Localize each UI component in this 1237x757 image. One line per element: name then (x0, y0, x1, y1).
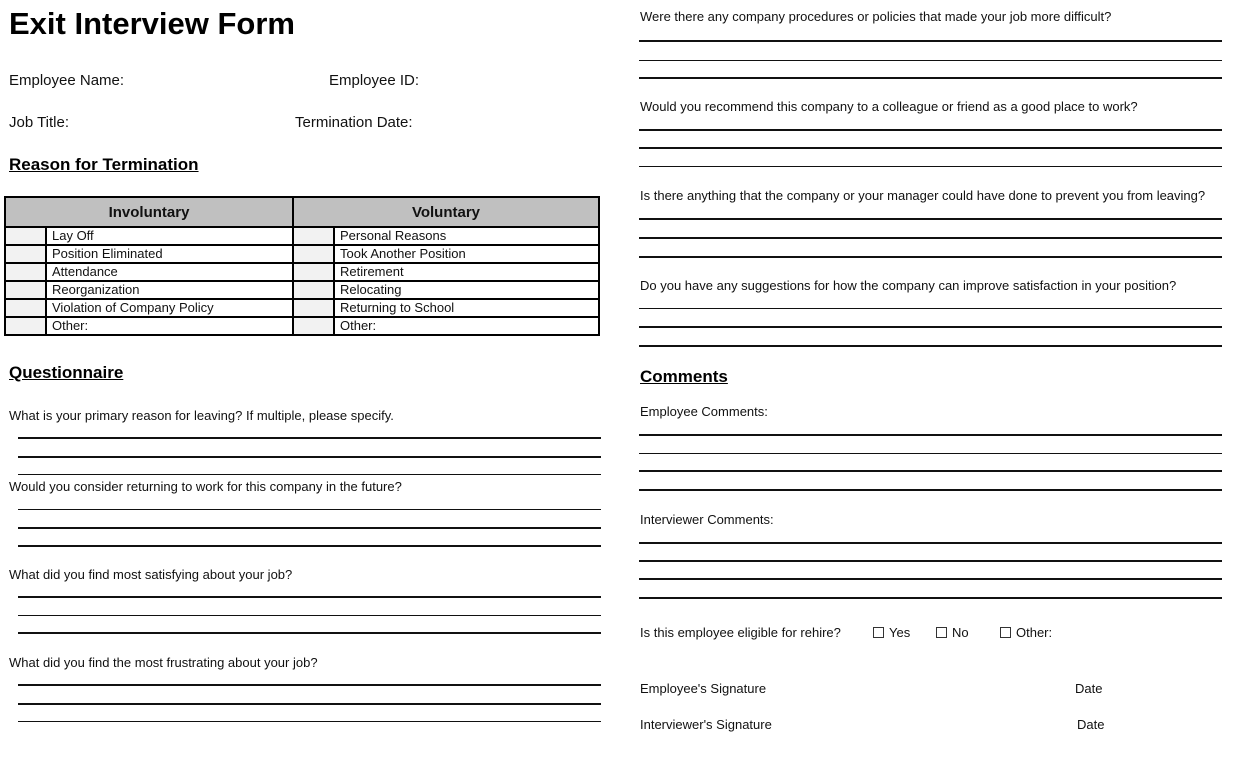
involuntary-checkbox-cell[interactable] (4, 226, 47, 246)
involuntary-header: Involuntary (4, 196, 294, 228)
voluntary-checkbox-cell[interactable] (292, 280, 335, 300)
employee-date-label: Date (1075, 681, 1103, 696)
voluntary-checkbox-cell[interactable] (292, 244, 335, 264)
question-5: Were there any company procedures or pol… (640, 9, 1112, 24)
involuntary-checkbox-cell[interactable] (4, 316, 47, 336)
answer-line[interactable] (639, 40, 1222, 42)
answer-line[interactable] (639, 147, 1222, 149)
termination-reasons-table: Involuntary Voluntary Lay Off Personal R… (4, 196, 600, 336)
comment-line[interactable] (639, 489, 1222, 491)
table-row: Other: Other: (4, 316, 600, 336)
voluntary-reason: Personal Reasons (333, 226, 600, 246)
rehire-option-other[interactable]: Other: (1000, 625, 1052, 640)
voluntary-checkbox-cell[interactable] (292, 316, 335, 336)
voluntary-reason: Relocating (333, 280, 600, 300)
involuntary-reason: Lay Off (45, 226, 294, 246)
involuntary-checkbox-cell[interactable] (4, 280, 47, 300)
table-row: Reorganization Relocating (4, 280, 600, 300)
interviewer-date-label: Date (1077, 717, 1105, 732)
employee-signature-label: Employee's Signature (640, 681, 767, 696)
answer-line[interactable] (18, 509, 601, 510)
involuntary-reason: Position Eliminated (45, 244, 294, 264)
interviewer-comments-label: Interviewer Comments: (640, 512, 774, 527)
employee-name-label: Employee Name: (9, 72, 125, 89)
comment-line[interactable] (639, 434, 1222, 436)
comment-line[interactable] (639, 470, 1222, 472)
rehire-option-no[interactable]: No (936, 625, 969, 640)
question-2: Would you consider returning to work for… (9, 479, 402, 494)
answer-line[interactable] (18, 615, 601, 616)
comments-heading: Comments (640, 367, 728, 386)
answer-line[interactable] (18, 632, 601, 634)
questionnaire-heading: Questionnaire (9, 363, 124, 382)
option-label: No (952, 625, 969, 640)
voluntary-checkbox-cell[interactable] (292, 226, 335, 246)
question-3: What did you find most satisfying about … (9, 567, 293, 582)
answer-line[interactable] (639, 326, 1222, 328)
answer-line[interactable] (639, 77, 1222, 79)
answer-line[interactable] (639, 129, 1222, 131)
answer-line[interactable] (18, 721, 601, 722)
involuntary-checkbox-cell[interactable] (4, 244, 47, 264)
voluntary-reason: Retirement (333, 262, 600, 282)
table-row: Lay Off Personal Reasons (4, 226, 600, 246)
table-row: Attendance Retirement (4, 262, 600, 282)
involuntary-checkbox-cell[interactable] (4, 298, 47, 318)
answer-line[interactable] (18, 545, 601, 547)
answer-line[interactable] (639, 166, 1222, 167)
answer-line[interactable] (18, 474, 601, 475)
comment-line[interactable] (639, 597, 1222, 599)
question-4: What did you find the most frustrating a… (9, 655, 318, 670)
answer-line[interactable] (18, 684, 601, 686)
checkbox-icon[interactable] (1000, 627, 1011, 638)
voluntary-reason: Other: (333, 316, 600, 336)
answer-line[interactable] (18, 596, 601, 598)
answer-line[interactable] (639, 60, 1222, 61)
rehire-option-yes[interactable]: Yes (873, 625, 910, 640)
termination-date-label: Termination Date: (295, 114, 413, 131)
answer-line[interactable] (18, 703, 601, 705)
voluntary-header: Voluntary (292, 196, 600, 228)
involuntary-checkbox-cell[interactable] (4, 262, 47, 282)
table-row: Violation of Company Policy Returning to… (4, 298, 600, 318)
question-8: Do you have any suggestions for how the … (640, 278, 1177, 293)
answer-line[interactable] (639, 237, 1222, 239)
voluntary-reason: Took Another Position (333, 244, 600, 264)
option-label: Yes (889, 625, 911, 640)
involuntary-reason: Reorganization (45, 280, 294, 300)
voluntary-reason: Returning to School (333, 298, 600, 318)
table-row: Position Eliminated Took Another Positio… (4, 244, 600, 264)
question-6: Would you recommend this company to a co… (640, 99, 1138, 114)
comment-line[interactable] (639, 560, 1222, 562)
employee-comments-label: Employee Comments: (640, 404, 768, 419)
involuntary-reason: Attendance (45, 262, 294, 282)
voluntary-checkbox-cell[interactable] (292, 298, 335, 318)
answer-line[interactable] (18, 437, 601, 439)
answer-line[interactable] (639, 308, 1222, 309)
reason-for-termination-heading: Reason for Termination (9, 155, 199, 174)
involuntary-reason: Violation of Company Policy (45, 298, 294, 318)
rehire-question: Is this employee eligible for rehire? (640, 625, 841, 640)
employee-id-label: Employee ID: (329, 72, 420, 89)
form-title: Exit Interview Form (9, 6, 295, 41)
answer-line[interactable] (18, 456, 601, 458)
checkbox-icon[interactable] (936, 627, 947, 638)
answer-line[interactable] (18, 527, 601, 529)
comment-line[interactable] (639, 453, 1222, 454)
interviewer-signature-label: Interviewer's Signature (640, 717, 772, 732)
checkbox-icon[interactable] (873, 627, 884, 638)
comment-line[interactable] (639, 542, 1222, 544)
question-1: What is your primary reason for leaving?… (9, 408, 394, 423)
answer-line[interactable] (639, 256, 1222, 258)
voluntary-checkbox-cell[interactable] (292, 262, 335, 282)
question-7: Is there anything that the company or yo… (640, 188, 1206, 203)
job-title-label: Job Title: (9, 114, 70, 131)
option-label: Other: (1016, 625, 1053, 640)
answer-line[interactable] (639, 345, 1222, 347)
involuntary-reason: Other: (45, 316, 294, 336)
answer-line[interactable] (639, 218, 1222, 220)
comment-line[interactable] (639, 578, 1222, 580)
